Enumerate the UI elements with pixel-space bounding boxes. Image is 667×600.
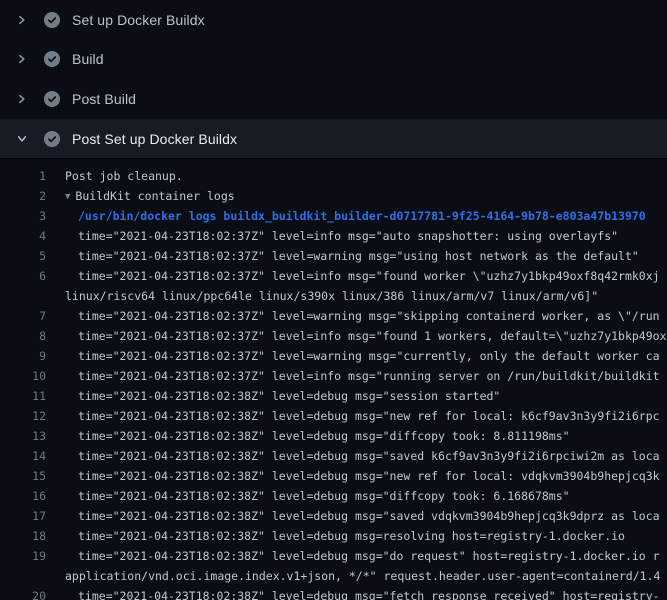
log-line-text: linux/riscv64 linux/ppc64le linux/s390x … [65,286,598,306]
log-line: 16 time="2021-04-23T18:02:38Z" level=deb… [0,486,667,506]
log-line-text: time="2021-04-23T18:02:38Z" level=debug … [78,486,570,506]
chevron-down-icon [14,131,30,147]
log-line: 9 time="2021-04-23T18:02:37Z" level=warn… [0,346,667,366]
chevron-right-icon [14,51,30,67]
log-line-text: time="2021-04-23T18:02:37Z" level=info m… [78,366,660,386]
log-line: 12 time="2021-04-23T18:02:38Z" level=deb… [0,406,667,426]
line-number-link[interactable]: 14 [0,446,46,466]
log-line: 14 time="2021-04-23T18:02:38Z" level=deb… [0,446,667,466]
actions-log-viewer: Set up Docker Buildx Build P [0,0,667,600]
log-line-wrapped: application/vnd.oci.image.index.v1+json,… [0,566,667,586]
line-number-link[interactable]: 9 [0,346,46,366]
log-line-text: time="2021-04-23T18:02:37Z" level=info m… [78,326,667,346]
log-line: 1 Post job cleanup. [0,166,667,186]
log-line-text: time="2021-04-23T18:02:38Z" level=debug … [78,526,625,546]
log-line-text: time="2021-04-23T18:02:38Z" level=debug … [78,406,660,426]
group-toggle-icon[interactable]: ▼ [65,192,70,202]
log-line: 8 time="2021-04-23T18:02:37Z" level=info… [0,326,667,346]
line-number-link[interactable] [0,566,46,586]
line-number-link[interactable]: 3 [0,206,46,226]
step-label: Build [72,51,104,67]
log-line-text: time="2021-04-23T18:02:38Z" level=debug … [78,586,660,600]
log-line-text: time="2021-04-23T18:02:38Z" level=debug … [78,466,660,486]
log-line: 6 time="2021-04-23T18:02:37Z" level=info… [0,266,667,286]
line-number-link[interactable]: 11 [0,386,46,406]
log-line: 17 time="2021-04-23T18:02:38Z" level=deb… [0,506,667,526]
step-row-post-build[interactable]: Post Build [0,79,667,119]
log-line: 19 time="2021-04-23T18:02:38Z" level=deb… [0,546,667,566]
line-number-link[interactable]: 5 [0,246,46,266]
line-number-link[interactable]: 7 [0,306,46,326]
log-line-text: ▼BuildKit container logs [65,186,235,206]
log-output: 1 Post job cleanup. 2 ▼BuildKit containe… [0,158,667,600]
line-number-link[interactable]: 13 [0,426,46,446]
step-label: Set up Docker Buildx [72,12,205,28]
log-line-text: time="2021-04-23T18:02:38Z" level=debug … [78,546,660,566]
log-line-text: time="2021-04-23T18:02:37Z" level=warnin… [78,246,639,266]
log-line-command: 3 /usr/bin/docker logs buildx_buildkit_b… [0,206,667,226]
check-circle-icon [44,131,60,147]
chevron-right-icon [14,91,30,107]
log-line: 7 time="2021-04-23T18:02:37Z" level=warn… [0,306,667,326]
step-label: Post Set up Docker Buildx [72,131,237,147]
check-circle-icon [44,51,60,67]
line-number-link[interactable]: 4 [0,226,46,246]
line-number-link[interactable]: 20 [0,586,46,600]
step-row-set-up-docker-buildx[interactable]: Set up Docker Buildx [0,0,667,40]
log-line: 4 time="2021-04-23T18:02:37Z" level=info… [0,226,667,246]
step-row-post-set-up-docker-buildx[interactable]: Post Set up Docker Buildx [0,119,667,159]
line-number-link[interactable]: 19 [0,546,46,566]
log-line-text: Post job cleanup. [65,166,183,186]
log-line: 20 time="2021-04-23T18:02:38Z" level=deb… [0,586,667,600]
line-number-link[interactable]: 1 [0,166,46,186]
log-line: 10 time="2021-04-23T18:02:37Z" level=inf… [0,366,667,386]
log-line-text: time="2021-04-23T18:02:38Z" level=debug … [78,386,500,406]
line-number-link[interactable] [0,286,46,306]
log-line-text: time="2021-04-23T18:02:37Z" level=info m… [78,266,660,286]
log-line-text: time="2021-04-23T18:02:38Z" level=debug … [78,506,660,526]
line-number-link[interactable]: 10 [0,366,46,386]
log-line: 11 time="2021-04-23T18:02:38Z" level=deb… [0,386,667,406]
log-line-text: time="2021-04-23T18:02:37Z" level=info m… [78,226,618,246]
line-number-link[interactable]: 15 [0,466,46,486]
line-number-link[interactable]: 17 [0,506,46,526]
line-number-link[interactable]: 8 [0,326,46,346]
line-number-link[interactable]: 16 [0,486,46,506]
step-row-build[interactable]: Build [0,40,667,80]
line-number-link[interactable]: 6 [0,266,46,286]
log-line: 15 time="2021-04-23T18:02:38Z" level=deb… [0,466,667,486]
log-line-wrapped: linux/riscv64 linux/ppc64le linux/s390x … [0,286,667,306]
step-list: Set up Docker Buildx Build P [0,0,667,158]
log-line-text: time="2021-04-23T18:02:37Z" level=warnin… [78,346,660,366]
check-circle-icon [44,12,60,28]
line-number-link[interactable]: 12 [0,406,46,426]
chevron-right-icon [14,12,30,28]
log-line: 2 ▼BuildKit container logs [0,186,667,206]
line-number-link[interactable]: 2 [0,186,46,206]
log-line: 13 time="2021-04-23T18:02:38Z" level=deb… [0,426,667,446]
log-line: 18 time="2021-04-23T18:02:38Z" level=deb… [0,526,667,546]
check-circle-icon [44,91,60,107]
log-line-text: time="2021-04-23T18:02:38Z" level=debug … [78,446,660,466]
step-label: Post Build [72,91,136,107]
log-line-text: time="2021-04-23T18:02:38Z" level=debug … [78,426,570,446]
log-line: 5 time="2021-04-23T18:02:37Z" level=warn… [0,246,667,266]
log-line-text: application/vnd.oci.image.index.v1+json,… [65,566,660,586]
log-line-text: /usr/bin/docker logs buildx_buildkit_bui… [78,206,646,226]
log-line-text: time="2021-04-23T18:02:37Z" level=warnin… [78,306,660,326]
line-number-link[interactable]: 18 [0,526,46,546]
